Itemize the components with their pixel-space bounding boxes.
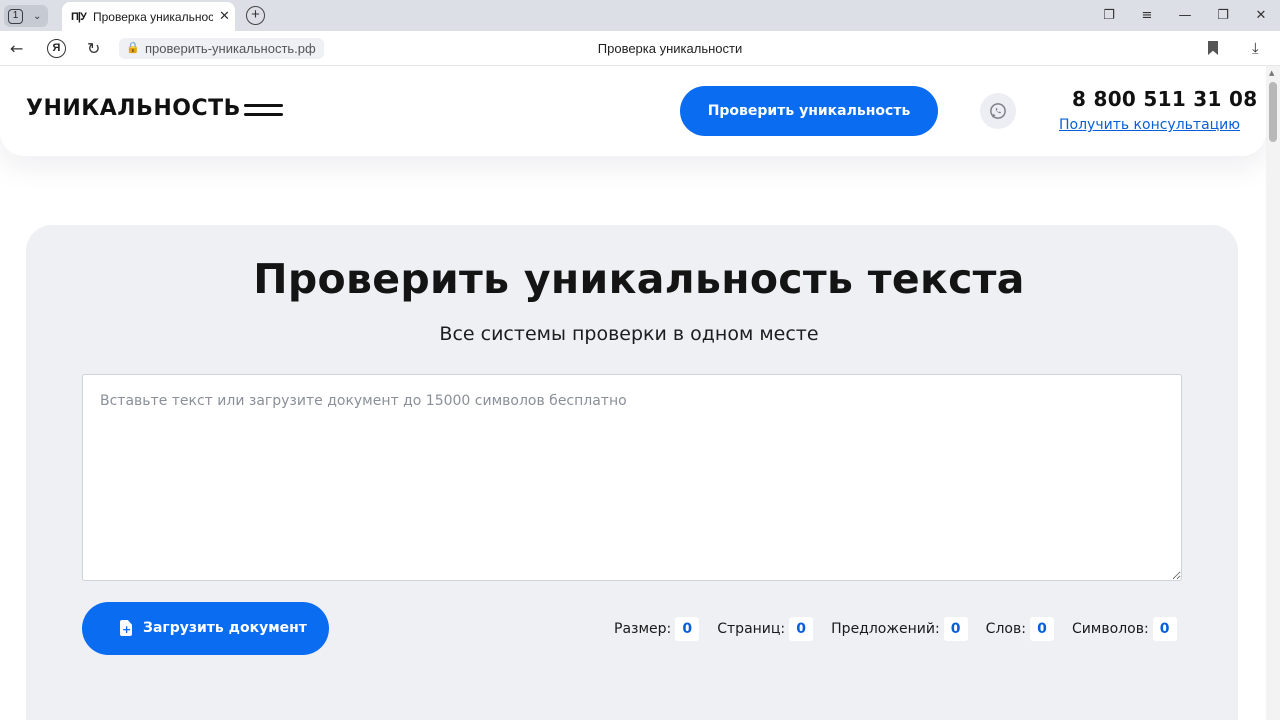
- site-favicon-icon: П|У: [71, 10, 87, 23]
- close-window-icon[interactable]: ✕: [1242, 0, 1280, 31]
- consultation-link[interactable]: Получить консультацию: [1059, 117, 1240, 133]
- browser-tab-strip: 1 ⌄ П|У Проверка уникальност ✕ + ❐ ≡ — ❐…: [0, 0, 1280, 31]
- stat-pages: Страниц: 0: [717, 617, 814, 641]
- close-tab-icon[interactable]: ✕: [219, 9, 230, 24]
- stat-sentences: Предложений: 0: [831, 617, 968, 641]
- upload-button-label: Загрузить документ: [143, 620, 307, 636]
- stat-size: Размер: 0: [614, 617, 700, 641]
- stat-words: Слов: 0: [986, 617, 1054, 641]
- phone-number[interactable]: 8 800 511 31 08: [1072, 87, 1257, 111]
- stat-label: Символов:: [1071, 621, 1149, 637]
- hamburger-menu-icon[interactable]: [244, 104, 283, 116]
- page-viewport: УНИКАЛЬНОСТЬ Проверить уникальность 8 80…: [0, 66, 1266, 720]
- stat-label: Страниц:: [717, 621, 786, 637]
- bookmarks-panel-icon[interactable]: ❐: [1090, 0, 1128, 31]
- add-document-icon: [120, 620, 132, 636]
- browser-tab[interactable]: П|У Проверка уникальност ✕: [62, 2, 235, 31]
- tab-count: 1: [8, 8, 23, 24]
- chevron-down-icon: ⌄: [33, 10, 42, 22]
- check-uniqueness-button[interactable]: Проверить уникальность: [680, 86, 938, 136]
- stat-characters: Символов: 0: [1072, 617, 1177, 641]
- stat-value: 0: [789, 617, 814, 641]
- stat-label: Предложений:: [831, 621, 940, 637]
- text-input[interactable]: [82, 374, 1182, 581]
- site-header: УНИКАЛЬНОСТЬ Проверить уникальность 8 80…: [0, 66, 1266, 156]
- page-title: Проверка уникальности: [597, 41, 743, 56]
- upload-document-button[interactable]: Загрузить документ: [82, 602, 329, 655]
- check-form-section: Проверить уникальность текста Все систем…: [26, 225, 1238, 720]
- hero-subtitle: Все системы проверки в одном месте: [439, 323, 819, 345]
- site-logo[interactable]: УНИКАЛЬНОСТЬ: [26, 96, 241, 121]
- scroll-up-icon[interactable]: ▲: [1269, 69, 1274, 77]
- tab-counter-button[interactable]: 1 ⌄: [4, 5, 48, 27]
- text-stats: Размер: 0 Страниц: 0 Предложений: 0 Слов…: [614, 617, 1177, 641]
- new-tab-button[interactable]: +: [246, 6, 265, 25]
- restore-icon[interactable]: ❐: [1204, 0, 1242, 31]
- stat-label: Слов:: [985, 621, 1026, 637]
- minimize-icon[interactable]: —: [1166, 0, 1204, 31]
- tab-title: Проверка уникальност: [93, 9, 213, 24]
- stat-label: Размер:: [614, 621, 672, 637]
- stat-value: 0: [1029, 617, 1054, 641]
- whatsapp-icon[interactable]: [980, 93, 1016, 129]
- stat-value: 0: [943, 617, 968, 641]
- stat-value: 0: [675, 617, 700, 641]
- scrollbar-thumb[interactable]: [1269, 82, 1277, 142]
- download-icon[interactable]: ⤓: [1252, 31, 1259, 66]
- menu-icon[interactable]: ≡: [1128, 0, 1166, 31]
- address-bar: ← Я ↻ 🔒 проверить-уникальность.рф Провер…: [0, 31, 1280, 66]
- page-scrollbar[interactable]: ▲: [1266, 66, 1280, 720]
- hero-title: Проверить уникальность текста: [253, 255, 1025, 303]
- stat-value: 0: [1152, 617, 1177, 641]
